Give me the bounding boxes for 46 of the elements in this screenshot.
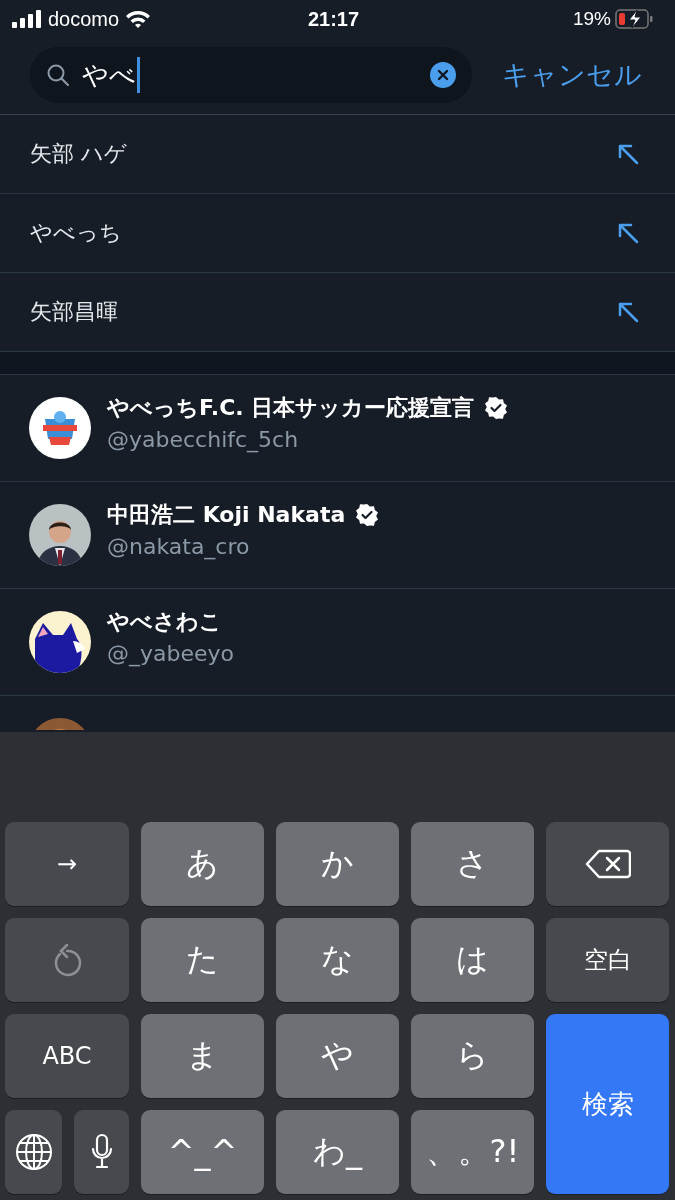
wifi-icon <box>125 9 152 29</box>
keyboard-key[interactable] <box>546 822 669 906</box>
signal-icon <box>12 10 42 28</box>
keyboard-key[interactable]: な <box>276 918 399 1002</box>
arrow-icon[interactable] <box>617 222 639 244</box>
globe-icon <box>14 1133 53 1171</box>
carrier-name: docomo <box>48 7 120 31</box>
backspace-icon <box>584 849 631 879</box>
keyboard-key[interactable] <box>5 1110 62 1194</box>
clear-icon[interactable] <box>430 62 456 88</box>
keyboard-key[interactable] <box>74 1110 129 1194</box>
keyboard-key[interactable]: 空白 <box>546 918 669 1002</box>
keyboard-key[interactable]: や <box>276 1014 399 1098</box>
keyboard-key[interactable]: あ <box>141 822 264 906</box>
user-name[interactable]: 中田浩二 Koji Nakata <box>107 500 346 530</box>
user-row[interactable]: やべっちF.C. 日本サッカー応援宣言 @yabecchifc_5ch <box>0 375 675 482</box>
status-time: 21:17 <box>307 7 360 31</box>
suggestion-item[interactable]: やべっち <box>30 218 122 248</box>
keyboard-key[interactable]: → <box>5 822 129 906</box>
user-row[interactable]: やべさわこ @_yabeeyo <box>0 589 675 696</box>
user-handle: @nakata_cro <box>107 534 251 559</box>
battery-percent: 19% <box>572 8 611 30</box>
user-row[interactable]: 中田浩二 Koji Nakata @nakata_cro <box>0 482 675 589</box>
arrow-icon[interactable] <box>617 301 639 323</box>
microphone-icon <box>89 1133 114 1171</box>
suggestion-item[interactable]: 矢部 ハゲ <box>30 139 127 169</box>
user-name[interactable]: やべさわこ <box>107 607 222 637</box>
keyboard-key[interactable]: わ_ <box>276 1110 399 1194</box>
user-handle: @_yabeeyo <box>107 641 234 666</box>
keyboard-key[interactable]: 、。?! <box>411 1110 534 1194</box>
search-icon <box>46 63 70 87</box>
keyboard-key[interactable]: ら <box>411 1014 534 1098</box>
search-field[interactable]: やべ <box>30 47 472 103</box>
keyboard-key[interactable]: た <box>141 918 264 1002</box>
keyboard-key[interactable]: か <box>276 822 399 906</box>
suggestion-item[interactable]: 矢部昌暉 <box>30 297 118 327</box>
arrow-icon[interactable] <box>617 143 639 165</box>
user-handle: @yabecchifc_5ch <box>107 427 300 452</box>
keyboard-key[interactable]: ^_^ <box>141 1110 264 1194</box>
search-key[interactable]: 検索 <box>546 1014 669 1194</box>
user-name[interactable]: やべっちF.C. 日本サッカー応援宣言 <box>107 393 475 423</box>
keyboard-key[interactable]: ま <box>141 1014 264 1098</box>
keyboard-key[interactable]: は <box>411 918 534 1002</box>
cancel-button[interactable]: キャンセル <box>502 57 642 93</box>
keyboard-key[interactable]: さ <box>411 822 534 906</box>
keyboard-key[interactable]: ABC <box>5 1014 129 1098</box>
